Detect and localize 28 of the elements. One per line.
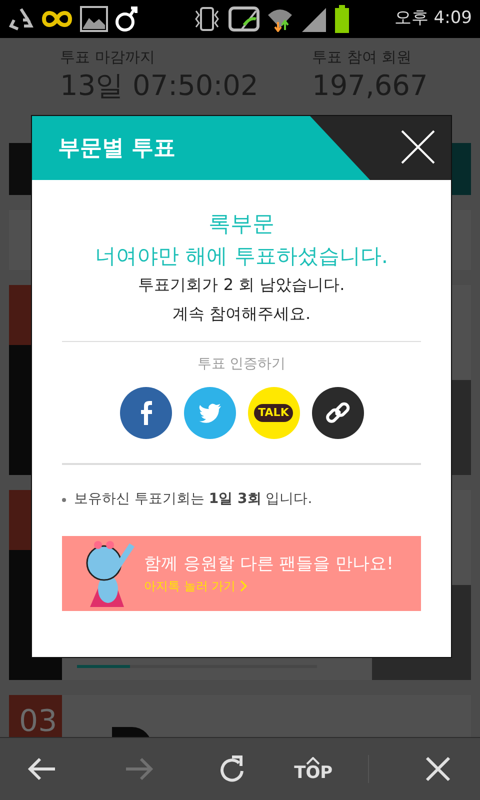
signal-icon	[300, 6, 328, 32]
sim-card-icon	[228, 5, 260, 33]
back-arrow-icon[interactable]	[26, 756, 57, 782]
voted-message: 너여야만 해에 투표하셨습니다.	[94, 243, 388, 270]
male-symbol-icon	[114, 5, 140, 33]
battery-icon	[334, 5, 350, 33]
bird-icon	[198, 403, 222, 424]
share-label: 투표 인증하기	[197, 355, 286, 374]
remaining-text: 투표기회가 2 회 남았습니다.	[138, 274, 345, 296]
status-time: 오후 4:09	[394, 7, 472, 30]
refresh-icon[interactable]	[218, 754, 246, 784]
encourage-text: 계속 참여해주세요.	[172, 303, 311, 326]
caret-up-icon	[306, 756, 320, 764]
banner-headline: 함께 응원할 다른 팬들을 만나요!	[144, 552, 394, 576]
bullet-icon	[62, 498, 66, 502]
chevron-icon	[240, 580, 247, 592]
banner-link: 아지톡 놀러 가기	[144, 578, 236, 596]
image-icon	[80, 6, 108, 32]
note-text: 보유하신 투표기회는 1일 3회 입니다.	[74, 490, 312, 510]
close-icon[interactable]	[425, 756, 452, 782]
category-text: 록부문	[208, 211, 274, 239]
close-button[interactable]	[400, 129, 436, 165]
top-button[interactable]: TOP	[269, 744, 358, 794]
facebook-icon	[138, 401, 152, 426]
infinity-icon	[40, 9, 74, 29]
kakaotalk-button[interactable]: TALK	[248, 387, 300, 440]
close-icon	[400, 129, 436, 165]
dialog-title: 부문별 투표	[58, 134, 176, 162]
